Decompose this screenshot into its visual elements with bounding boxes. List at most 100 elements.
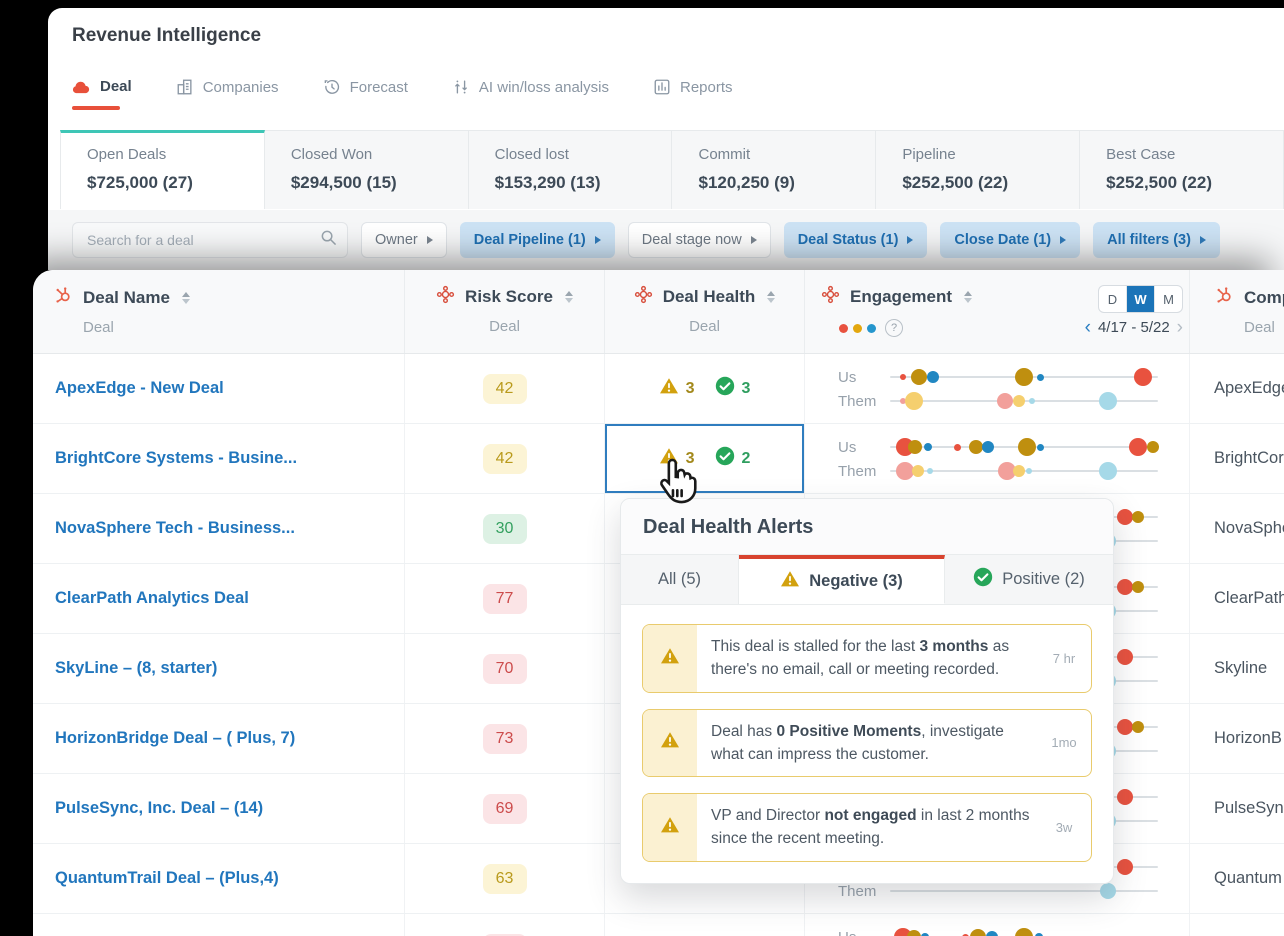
deal-name-link[interactable]: PulseSync, Inc. Deal – (14) (55, 799, 263, 818)
check-icon (973, 567, 993, 592)
positive-count: 2 (741, 449, 751, 467)
engagement-dot (1116, 509, 1133, 525)
risk-score-cell (405, 914, 605, 936)
popup-tab-positive-2-[interactable]: Positive (2) (945, 555, 1113, 604)
deal-name-link[interactable]: HorizonBridge Deal – ( Plus, 7) (55, 729, 295, 748)
engagement-dot (927, 468, 934, 474)
engagement-dot (981, 441, 994, 453)
summary-card-commit[interactable]: Commit $120,250 (9) (672, 130, 877, 209)
legend-dot (853, 323, 862, 333)
tab-reports[interactable]: Reports (653, 78, 733, 111)
sort-toggle[interactable] (964, 291, 973, 303)
engagement-dot (1116, 649, 1133, 665)
filter-chip-all-filters-3-[interactable]: All filters (3) (1093, 222, 1220, 258)
page-title: Revenue Intelligence (72, 25, 262, 46)
chip-label: All filters (3) (1107, 232, 1191, 248)
deal-health-cell[interactable]: 32 (605, 424, 805, 493)
filter-chip-deal-pipeline-1-[interactable]: Deal Pipeline (1) (459, 222, 615, 258)
column-header-engagement[interactable]: Engagement ? DWM ‹ 4/17 - 5/22 › (805, 270, 1190, 353)
engagement-dot (1017, 438, 1036, 456)
chip-label: Close Date (1) (954, 232, 1052, 248)
engagement-timeline (890, 462, 1158, 480)
deal-name-link[interactable]: BrightCore Systems - Busine... (55, 449, 297, 468)
risk-score-pill: 69 (482, 793, 527, 824)
sort-toggle[interactable] (181, 291, 190, 304)
filter-chip-owner[interactable]: Owner (361, 222, 447, 258)
engagement-dot (985, 931, 998, 936)
filter-chip-deal-stage-now[interactable]: Deal stage now (627, 222, 771, 258)
engagement-cell: UsThem (805, 914, 1190, 936)
toggle-d[interactable]: D (1099, 286, 1127, 312)
help-icon[interactable]: ? (885, 319, 903, 337)
chip-label: Owner (375, 232, 418, 248)
summary-label: Commit (698, 146, 751, 163)
sort-toggle[interactable] (564, 291, 573, 303)
engagement-dot (970, 929, 987, 936)
deal-health-cell[interactable]: 33 (605, 354, 805, 423)
popup-tab-all-5-[interactable]: All (5) (621, 555, 739, 604)
engagement-them-row: Them (838, 389, 1189, 413)
summary-card-pipeline[interactable]: Pipeline $252,500 (22) (876, 130, 1081, 209)
summary-card-closed-won[interactable]: Closed Won $294,500 (15) (264, 130, 469, 209)
deal-name-cell: ApexEdge - New Deal (33, 354, 405, 423)
column-title: Deal Name (83, 287, 170, 307)
summary-card-best-case[interactable]: Best Case $252,500 (22) (1080, 130, 1284, 209)
filter-chip-close-date-1-[interactable]: Close Date (1) (940, 222, 1081, 258)
summary-label: Closed Won (290, 146, 373, 163)
column-header-deal-name[interactable]: Deal Name Deal (33, 270, 405, 353)
popup-tabs: All (5) Negative (3) Positive (2) (621, 555, 1113, 605)
engagement-them-label: Them (838, 882, 877, 900)
column-header-risk-score[interactable]: Risk Score Deal (405, 270, 605, 353)
next-period-icon[interactable]: › (1177, 318, 1183, 337)
risk-score-cell: 42 (405, 424, 605, 493)
tab-companies[interactable]: Companies (176, 78, 279, 111)
column-subtitle: Deal (83, 319, 114, 336)
prev-period-icon[interactable]: ‹ (1085, 318, 1091, 337)
filter-chip-deal-status-1-[interactable]: Deal Status (1) (783, 222, 928, 258)
company-cell: PulseSync (1214, 799, 1284, 817)
deal-name-cell: QuantumTrail Deal – (Plus,4) (33, 844, 405, 913)
table-row: BrightCore Systems - Busine... 42 3 2 Us Them… (33, 424, 1284, 494)
filter-chips: Owner Deal Pipeline (1) Deal stage now Deal… (361, 222, 1220, 258)
tab-deal[interactable]: Deal (72, 78, 132, 110)
column-header-deal-health[interactable]: Deal Health Deal (605, 270, 805, 353)
alert-timestamp: 7 hr (1052, 650, 1076, 666)
sort-toggle[interactable] (767, 291, 776, 303)
column-header-company[interactable]: Comp Deal (1190, 270, 1284, 353)
summary-card-open-deals[interactable]: Open Deals $725,000 (27) (60, 130, 265, 209)
summary-label: Closed lost (494, 146, 569, 163)
deal-health-cell[interactable] (605, 914, 805, 936)
search-input[interactable] (85, 231, 320, 249)
engagement-cell: UsThem (805, 354, 1190, 423)
toggle-w[interactable]: W (1127, 286, 1155, 312)
engagement-timeline (890, 883, 1158, 899)
chevron-right-icon (750, 236, 757, 244)
popup-tab-label: Positive (2) (1002, 570, 1085, 588)
freddy-icon (436, 285, 455, 309)
summary-card-closed-lost[interactable]: Closed lost $153,290 (13) (468, 130, 673, 209)
popup-tab-negative-3-[interactable]: Negative (3) (739, 555, 945, 604)
positive-count: 3 (741, 379, 751, 397)
deal-name-link[interactable]: QuantumTrail Deal – (Plus,4) (55, 869, 279, 888)
tab-ai-win-loss[interactable]: AI win/loss analysis (452, 78, 609, 111)
tab-label: Reports (679, 78, 733, 96)
engagement-us-label: Us (838, 438, 857, 456)
risk-score-cell: 63 (405, 844, 605, 913)
deal-name-link[interactable]: NovaSphere Tech - Business... (55, 519, 295, 538)
positive-alerts: 3 (715, 376, 751, 401)
filter-strip: Owner Deal Pipeline (1) Deal stage now Deal… (48, 210, 1284, 270)
company-cell: ClearPath (1214, 589, 1284, 607)
check-icon (715, 376, 735, 401)
engagement-dot (1026, 468, 1033, 474)
deal-health-alerts-popup: Deal Health Alerts All (5) Negative (3) Po… (620, 498, 1114, 884)
deal-name-link[interactable]: SkyLine – (8, starter) (55, 659, 217, 678)
summary-label: Open Deals (87, 146, 167, 163)
engagement-dot (1128, 438, 1147, 456)
deal-search[interactable] (72, 222, 348, 258)
toggle-m[interactable]: M (1155, 286, 1182, 312)
engagement-dot (953, 443, 961, 451)
engagement-dot (1100, 883, 1117, 899)
deal-name-link[interactable]: ClearPath Analytics Deal (55, 589, 249, 608)
tab-forecast[interactable]: Forecast (323, 78, 408, 111)
deal-name-link[interactable]: ApexEdge - New Deal (55, 379, 224, 398)
